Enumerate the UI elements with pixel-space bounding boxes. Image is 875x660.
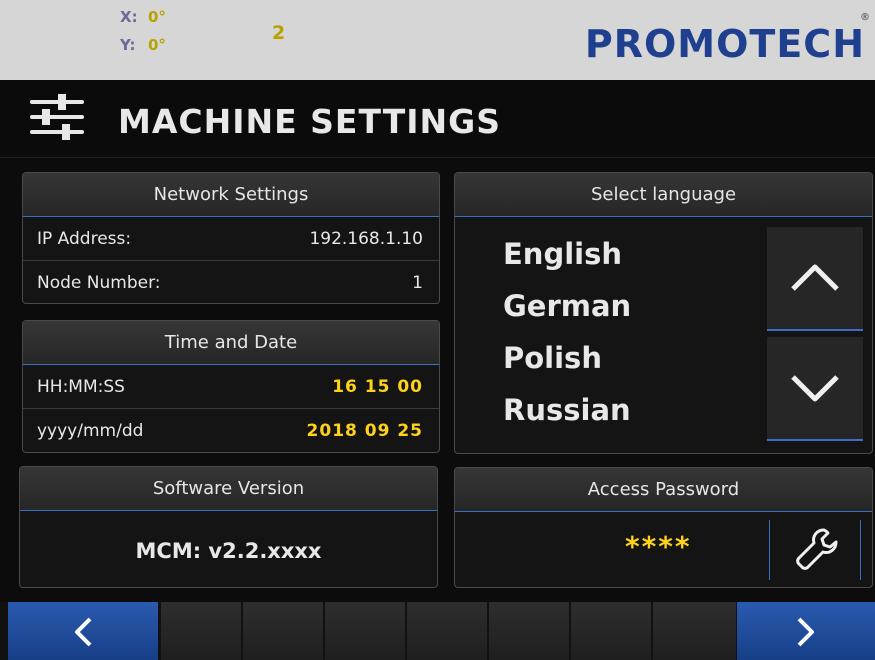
page-title: MACHINE SETTINGS [118, 102, 501, 141]
sliders-icon [30, 94, 84, 140]
password-field[interactable]: **** [625, 530, 692, 563]
ip-address-row[interactable]: IP Address: 192.168.1.10 [23, 217, 439, 261]
select-language-panel: Select language English German Polish Ru… [454, 172, 873, 454]
date-row[interactable]: yyyy/mm/dd 2018 09 25 [23, 409, 439, 452]
time-format-label: HH:MM:SS [37, 377, 125, 397]
access-password-panel: Access Password **** [454, 467, 873, 588]
y-value: 0° [148, 36, 166, 54]
software-version-panel: Software Version MCM: v2.2.xxxx [19, 466, 438, 588]
language-item-english[interactable]: English [503, 231, 631, 283]
nav-slot-5 [488, 602, 569, 660]
ip-address-value[interactable]: 192.168.1.10 [309, 229, 423, 249]
previous-page-button[interactable] [8, 602, 158, 660]
language-list: English German Polish Russian [503, 231, 631, 439]
service-tool-button[interactable] [769, 520, 861, 580]
software-version-value: MCM: v2.2.xxxx [135, 539, 322, 563]
time-row[interactable]: HH:MM:SS 16 15 00 [23, 365, 439, 409]
language-scroll-down-button[interactable] [767, 337, 863, 441]
nav-slot-6 [570, 602, 651, 660]
x-coordinate: X: 0° [120, 8, 166, 26]
network-settings-header: Network Settings [23, 173, 439, 217]
ip-address-label: IP Address: [37, 229, 132, 249]
logo-text: PROMOTECH [584, 22, 865, 66]
node-number-row[interactable]: Node Number: 1 [23, 261, 439, 303]
language-item-russian[interactable]: Russian [503, 387, 631, 439]
date-format-label: yyyy/mm/dd [37, 421, 144, 441]
network-settings-panel: Network Settings IP Address: 192.168.1.1… [22, 172, 440, 304]
x-label: X: [120, 8, 138, 26]
chevron-down-icon [791, 375, 839, 402]
status-bar: X: 0° Y: 0° 2 PROMOTECH ® [0, 0, 875, 80]
registered-mark: ® [860, 12, 871, 23]
title-bar: MACHINE SETTINGS [0, 80, 875, 158]
status-number: 2 [272, 22, 286, 44]
nav-slot-4 [406, 602, 487, 660]
node-number-label: Node Number: [37, 273, 161, 293]
time-value[interactable]: 16 15 00 [332, 377, 423, 397]
x-value: 0° [148, 8, 166, 26]
language-scroll-up-button[interactable] [767, 227, 863, 331]
chevron-left-icon [75, 617, 92, 647]
time-date-panel: Time and Date HH:MM:SS 16 15 00 yyyy/mm/… [22, 320, 440, 453]
language-item-german[interactable]: German [503, 283, 631, 335]
language-item-polish[interactable]: Polish [503, 335, 631, 387]
nav-slot-3 [324, 602, 405, 660]
software-version-header: Software Version [20, 467, 437, 511]
nav-slot-2 [242, 602, 323, 660]
y-coordinate: Y: 0° [120, 36, 166, 54]
time-date-header: Time and Date [23, 321, 439, 365]
bottom-nav-bar [0, 602, 875, 660]
wrench-icon [796, 528, 838, 570]
next-page-button[interactable] [737, 602, 875, 660]
chevron-up-icon [791, 264, 839, 291]
node-number-value[interactable]: 1 [412, 273, 423, 293]
chevron-right-icon [797, 617, 814, 647]
nav-slot-7 [652, 602, 736, 660]
y-label: Y: [120, 36, 136, 54]
access-password-header: Access Password [455, 468, 872, 512]
date-value[interactable]: 2018 09 25 [307, 421, 423, 441]
promotech-logo: PROMOTECH ® [584, 12, 870, 66]
nav-slot-1 [160, 602, 241, 660]
select-language-header: Select language [455, 173, 872, 217]
